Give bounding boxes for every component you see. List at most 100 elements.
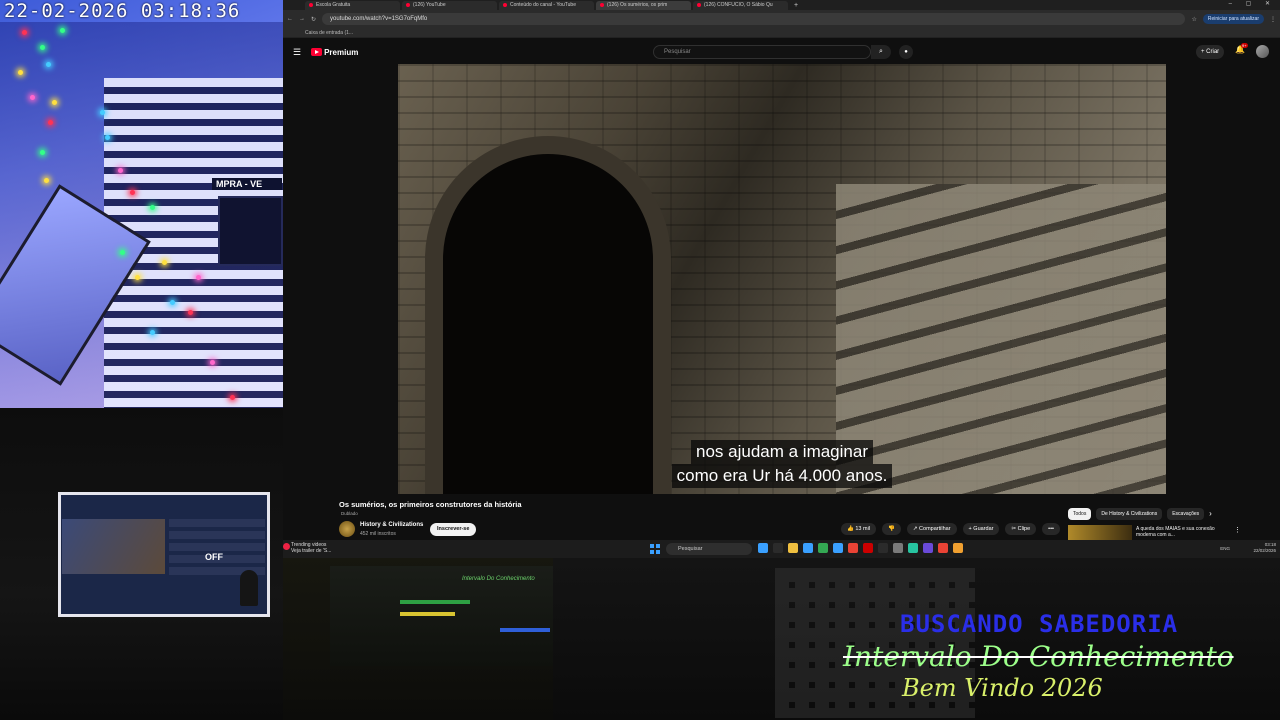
- dislike-button[interactable]: 👎: [882, 523, 901, 535]
- taskbar-app-icon[interactable]: [848, 543, 858, 553]
- taskbar-app-icon[interactable]: [938, 543, 948, 553]
- avatar[interactable]: [1256, 45, 1269, 58]
- webcam-timestamp: 22-02-2026 03:18:36: [4, 0, 241, 22]
- menu-icon[interactable]: ⋮: [1270, 16, 1276, 23]
- video-actions: 👍 13 mil 👎 ↗ Compartilhar + Guardar ✂ Cl…: [841, 523, 1060, 535]
- news-subtitle: Veja trailer de 'S...: [291, 548, 332, 554]
- subtitle-box: nos ajudam a imaginar como era Ur há 4.0…: [398, 440, 1166, 488]
- taskbar-app-icon[interactable]: [908, 543, 918, 553]
- tab-favicon-icon: [600, 3, 604, 7]
- light-bulb: [46, 62, 51, 67]
- tab[interactable]: Conteúdo do canal - YouTube: [499, 0, 594, 10]
- star-icon[interactable]: ☆: [1191, 16, 1196, 23]
- channel-avatar[interactable]: [339, 521, 355, 537]
- webcam-feed: MPRA - VE 22-02-2026 03:18:36: [0, 0, 283, 408]
- tab[interactable]: (126) CONFUCIO, O Sábio Qu: [693, 0, 788, 10]
- clip-button[interactable]: ✂ Clipe: [1005, 523, 1037, 535]
- taskbar-app-icon[interactable]: [773, 543, 783, 553]
- light-bulb: [120, 250, 125, 255]
- tab-favicon-icon: [309, 3, 313, 7]
- tab-label: Escola Gratuita: [316, 2, 351, 8]
- webcam-sign: MPRA - VE: [212, 178, 282, 190]
- recommended-thumbnail[interactable]: [1068, 525, 1132, 540]
- back-icon[interactable]: ←: [287, 16, 293, 22]
- news-widget[interactable]: Trending videos Veja trailer de 'S...: [291, 542, 331, 554]
- create-button[interactable]: + Criar: [1196, 45, 1225, 59]
- news-icon: [283, 543, 290, 550]
- light-bulb: [44, 178, 49, 183]
- search-icon[interactable]: ⌕: [871, 45, 891, 59]
- system-clock[interactable]: 03:18 22/02/2026: [1253, 542, 1276, 554]
- new-tab-icon[interactable]: +: [794, 2, 798, 9]
- screen: MPRA - VE 22-02-2026 03:18:36 Escola Gra…: [0, 0, 1280, 720]
- taskbar-app-icon[interactable]: [923, 543, 933, 553]
- share-button[interactable]: ↗ Compartilhar: [906, 523, 957, 535]
- more-button[interactable]: •••: [1042, 523, 1060, 535]
- secondary-monitor-video: [62, 519, 165, 574]
- light-bulb: [60, 28, 65, 33]
- taskbar-app-icon[interactable]: [818, 543, 828, 553]
- secondary-monitor-offer: OFF: [205, 552, 223, 562]
- taskbar-app-icon[interactable]: [893, 543, 903, 553]
- video-player[interactable]: nos ajudam a imaginar como era Ur há 4.0…: [398, 64, 1166, 494]
- tab-favicon-icon: [406, 3, 410, 7]
- light-bulb: [118, 168, 123, 173]
- audio-meter: [400, 612, 455, 616]
- tab-label: (126) YouTube: [413, 2, 446, 8]
- youtube-logo[interactable]: Premium: [311, 48, 358, 57]
- more-vert-icon[interactable]: ⋮: [1234, 526, 1241, 534]
- address-bar: ← → ↻ youtube.com/watch?v=1SG7oFqMfo ☆ R…: [283, 10, 1280, 28]
- light-bulb: [135, 275, 140, 280]
- reload-icon[interactable]: ↻: [311, 16, 316, 23]
- brand-line-3: Bem Vindo 2026: [902, 674, 1103, 702]
- taskbar-app-icon[interactable]: [863, 543, 873, 553]
- taskbar-app-icon[interactable]: [758, 543, 768, 553]
- subscribe-button[interactable]: Inscrever-se: [430, 523, 477, 536]
- chip-all[interactable]: Todos: [1068, 508, 1092, 520]
- chip-channel[interactable]: De History & Civilizations: [1096, 508, 1163, 520]
- hamburger-icon[interactable]: ☰: [293, 47, 301, 58]
- tab[interactable]: Escola Gratuita: [305, 0, 400, 10]
- like-button[interactable]: 👍 13 mil: [841, 523, 877, 535]
- language-indicator[interactable]: ENG: [1220, 546, 1230, 551]
- chevron-right-icon[interactable]: ›: [1209, 508, 1212, 520]
- light-bulb: [40, 150, 45, 155]
- tab-active[interactable]: (126) Os sumérios, os prim: [596, 0, 691, 10]
- tab-favicon-icon: [697, 3, 701, 7]
- taskbar-app-icon[interactable]: [878, 543, 888, 553]
- light-bulb: [150, 330, 155, 335]
- taskbar-app-icon[interactable]: [953, 543, 963, 553]
- taskbar: Trending videos Veja trailer de 'S... Pe…: [283, 540, 1280, 558]
- light-bulb: [130, 190, 135, 195]
- taskbar-app-icon[interactable]: [788, 543, 798, 553]
- tab-label: (126) Os sumérios, os prim: [607, 2, 668, 8]
- microphone-icon[interactable]: ●: [899, 45, 913, 59]
- search-input[interactable]: Pesquisar: [653, 45, 871, 59]
- light-bulb: [162, 260, 167, 265]
- windows-start-icon[interactable]: [650, 544, 660, 554]
- taskbar-app-icon[interactable]: [833, 543, 843, 553]
- chip-excavations[interactable]: Escavações: [1167, 508, 1205, 520]
- taskbar-search-input[interactable]: Pesquisar: [666, 543, 752, 555]
- video-title: Os sumérios, os primeiros construtores d…: [339, 500, 522, 509]
- tab-favicon-icon: [503, 3, 507, 7]
- subtitle-line: como era Ur há 4.000 anos.: [671, 464, 893, 488]
- window-controls[interactable]: – ▢ ✕: [1229, 0, 1276, 7]
- tab[interactable]: (126) YouTube: [402, 0, 497, 10]
- taskbar-app-icon[interactable]: [803, 543, 813, 553]
- url-field[interactable]: youtube.com/watch?v=1SG7oFqMfo: [322, 13, 1186, 25]
- youtube-header: ☰ Premium Pesquisar ⌕ ● + Criar 🔔 9+: [283, 40, 1280, 64]
- webcam-monitor: [218, 196, 283, 266]
- light-bulb: [52, 100, 57, 105]
- light-bulb: [105, 135, 110, 140]
- recommended-title[interactable]: A queda dos MAIAS e sua conexão moderna …: [1136, 526, 1231, 540]
- update-button[interactable]: Reiniciar para atualizar: [1202, 14, 1264, 24]
- clock-date: 22/02/2026: [1253, 548, 1276, 553]
- channel-name[interactable]: History & Civilizations: [360, 522, 423, 528]
- bookmark-item[interactable]: Caixa de entrada (1...: [283, 28, 1280, 38]
- save-button[interactable]: + Guardar: [962, 523, 1000, 535]
- browser-window: Escola Gratuita (126) YouTube Conteúdo d…: [283, 0, 1280, 540]
- desk-figurine: [240, 570, 258, 606]
- forward-icon[interactable]: →: [299, 16, 305, 22]
- light-bulb: [230, 395, 235, 400]
